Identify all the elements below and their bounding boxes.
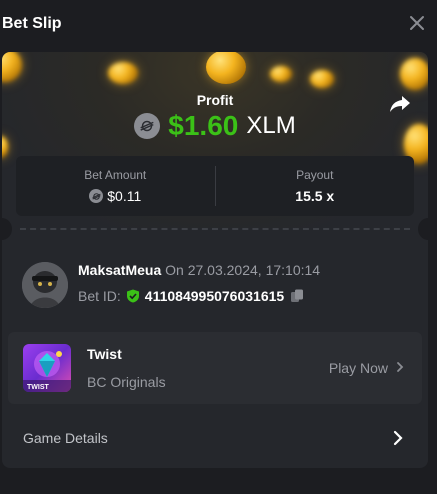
decorative-coin (310, 70, 334, 88)
decorative-coin (2, 52, 22, 82)
game-details-row[interactable]: Game Details (2, 414, 428, 462)
payout-col: Payout 15.5 x (214, 166, 415, 206)
play-now-button[interactable]: Play Now (329, 360, 406, 376)
bet-date: On 27.03.2024, 17:10:14 (165, 262, 321, 278)
close-icon[interactable] (407, 13, 427, 33)
profit-row: $1.60 XLM (2, 110, 428, 142)
ticket-divider (20, 228, 410, 230)
avatar[interactable] (22, 262, 68, 308)
bet-card: Profit $1.60 XLM Bet Amount $0.11 Payout… (2, 52, 428, 468)
profit-amount: $1.60 (168, 110, 239, 141)
user-line: MaksatMeua On 27.03.2024, 17:10:14 (78, 262, 320, 278)
bet-amount-value: $0.11 (107, 188, 142, 204)
copy-icon[interactable] (289, 288, 305, 304)
stellar-icon (89, 189, 104, 203)
modal-title: Bet Slip (2, 15, 62, 32)
profit-currency: XLM (246, 112, 296, 139)
game-card[interactable]: TWIST Twist BC Originals Play Now (8, 332, 422, 404)
play-now-label: Play Now (328, 360, 388, 376)
modal-header: Bet Slip (0, 0, 437, 48)
bet-slip-modal: Bet Slip Profit $1.60 XLM Bet Amount $0.… (0, 0, 437, 494)
bet-user-info: MaksatMeua On 27.03.2024, 17:10:14 Bet I… (22, 260, 412, 310)
bet-summary: Bet Amount $0.11 Payout 15.5 x (16, 156, 414, 216)
game-details-label: Game Details (23, 430, 108, 446)
twist-game-thumbnail[interactable]: TWIST (23, 344, 71, 392)
username[interactable]: MaksatMeua (78, 262, 161, 278)
bet-amount-value-row: $0.11 (89, 188, 141, 204)
decorative-coin (400, 58, 428, 90)
ticket-notch-right (418, 218, 428, 240)
bet-amount-label: Bet Amount (84, 168, 147, 182)
payout-value: 15.5 x (295, 188, 335, 204)
game-name: Twist (87, 346, 122, 362)
game-provider: BC Originals (87, 374, 166, 390)
decorative-coin (108, 62, 138, 84)
decorative-coin (270, 66, 292, 82)
verified-shield-icon (126, 289, 140, 303)
stellar-icon (134, 113, 161, 139)
chevron-right-icon (394, 360, 406, 376)
profit-hero: Profit $1.60 XLM Bet Amount $0.11 Payout… (2, 52, 428, 228)
bet-id-value: 411084995076031615 (144, 288, 285, 304)
bet-id-label: Bet ID: (78, 288, 121, 304)
profit-label: Profit (196, 92, 234, 108)
payout-label: Payout (296, 168, 334, 182)
chevron-right-icon (390, 430, 406, 446)
thumb-label: TWIST (27, 384, 49, 391)
decorative-coin (206, 52, 246, 84)
bet-id-line: Bet ID: 411084995076031615 (78, 288, 305, 304)
bet-amount-col: Bet Amount $0.11 (16, 156, 215, 216)
